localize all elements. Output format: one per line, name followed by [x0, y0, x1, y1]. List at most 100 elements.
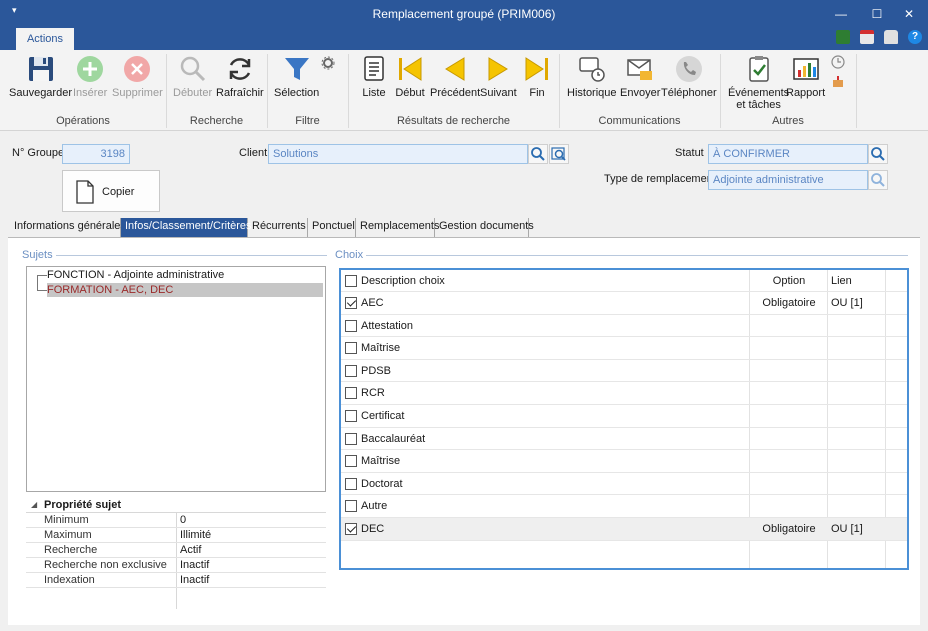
gear-icon[interactable]	[321, 56, 335, 70]
client-search-button[interactable]	[528, 144, 548, 164]
clock-icon[interactable]	[831, 55, 845, 69]
group-communications: Communications	[598, 115, 681, 127]
choice-row[interactable]: AEC Obligatoire OU [1]	[341, 292, 907, 315]
choice-option	[751, 405, 827, 427]
tree-item-function[interactable]: FONCTION - Adjointe administrative	[47, 268, 224, 282]
column-header-description[interactable]: Description choix	[361, 270, 445, 291]
minimize-button[interactable]: —	[824, 0, 858, 28]
choice-description: Maîtrise	[361, 342, 401, 355]
status-search-button[interactable]	[868, 144, 888, 164]
choice-checkbox[interactable]	[345, 297, 357, 309]
report-button[interactable]: Rapport	[786, 54, 825, 99]
select-all-checkbox[interactable]	[345, 275, 357, 287]
property-row[interactable]: Recherche Actif	[26, 543, 326, 558]
tab-recurring[interactable]: Récurrents	[248, 218, 308, 237]
tree-item-training[interactable]: FORMATION - AEC, DEC	[47, 283, 323, 297]
choice-checkbox[interactable]	[345, 500, 357, 513]
search-icon	[871, 173, 885, 187]
save-button[interactable]: Sauvegarder	[9, 54, 72, 99]
choice-checkbox[interactable]	[345, 455, 357, 468]
chat-history-icon	[579, 57, 605, 82]
choice-row[interactable]: Baccalauréat	[341, 428, 907, 451]
maximize-button[interactable]: ☐	[860, 0, 894, 28]
choice-option	[751, 382, 827, 404]
choice-row[interactable]: Maîtrise	[341, 450, 907, 473]
choice-row[interactable]: DEC Obligatoire OU [1]	[341, 518, 907, 541]
calendar-icon[interactable]	[859, 30, 874, 44]
choice-row[interactable]: RCR	[341, 382, 907, 405]
scroll-list-icon	[364, 56, 384, 81]
group-no-field[interactable]: 3198	[62, 144, 130, 164]
tab-actions[interactable]: Actions	[16, 28, 74, 50]
tab-classification[interactable]: Infos/Classement/Critères	[121, 218, 252, 237]
skip-last-icon	[525, 57, 548, 81]
status-field[interactable]: À CONFIRMER	[708, 144, 868, 164]
choice-checkbox[interactable]	[345, 523, 357, 535]
choice-option	[751, 450, 827, 472]
magnifier-icon	[180, 56, 205, 82]
choice-option	[751, 360, 827, 382]
delete-button[interactable]: Supprimer	[112, 54, 163, 99]
choice-checkbox[interactable]	[345, 364, 357, 377]
choice-description: AEC	[361, 297, 384, 309]
type-field[interactable]: Adjointe administrative	[708, 170, 868, 190]
client-detail-button[interactable]	[549, 144, 569, 164]
previous-button[interactable]: Précédent	[430, 54, 480, 99]
type-search-button[interactable]	[868, 170, 888, 190]
search-icon	[871, 147, 885, 161]
next-button[interactable]: Suivant	[480, 54, 517, 99]
client-field[interactable]: Solutions	[268, 144, 528, 164]
choice-description: Attestation	[361, 319, 413, 332]
properties-header[interactable]: ◢ Propriété sujet	[26, 497, 326, 513]
events-tasks-button[interactable]: Événements et tâches	[728, 54, 789, 111]
choice-checkbox[interactable]	[345, 432, 357, 445]
list-button[interactable]: Liste	[359, 54, 389, 99]
column-header-option[interactable]: Option	[751, 270, 827, 291]
group-search: Recherche	[189, 115, 244, 127]
history-button[interactable]: Historique	[567, 54, 617, 99]
property-row[interactable]: Indexation Inactif	[26, 573, 326, 588]
copy-button[interactable]: Copier	[62, 170, 160, 212]
clipboard-check-icon	[748, 56, 769, 82]
choice-row[interactable]: Doctorat	[341, 473, 907, 496]
choice-option	[751, 495, 827, 517]
help-icon[interactable]: ?	[908, 30, 922, 44]
filter-funnel-icon	[284, 58, 309, 80]
collapse-triangle-icon[interactable]: ◢	[31, 497, 37, 513]
choice-row[interactable]: Attestation	[341, 315, 907, 338]
choice-checkbox[interactable]	[345, 477, 357, 490]
choice-checkbox[interactable]	[345, 387, 357, 400]
refresh-button[interactable]: Rafraîchir	[216, 54, 264, 99]
choice-row[interactable]: Autre	[341, 495, 907, 518]
subject-properties: ◢ Propriété sujet Minimum 0 Maximum Illimi…	[26, 497, 326, 609]
choice-checkbox[interactable]	[345, 319, 357, 332]
tab-punctual[interactable]: Ponctuel	[308, 218, 356, 237]
choice-checkbox[interactable]	[345, 410, 357, 422]
tab-document-management[interactable]: Gestion documents	[435, 218, 534, 237]
property-row[interactable]: Recherche non exclusive Inactif	[26, 558, 326, 573]
phone-button[interactable]: Téléphoner	[661, 54, 717, 99]
lock-icon[interactable]	[883, 30, 898, 44]
choice-row[interactable]: Maîtrise	[341, 337, 907, 360]
choice-row[interactable]: Certificat	[341, 405, 907, 428]
cake-icon[interactable]	[831, 74, 845, 88]
start-search-button[interactable]: Débuter	[173, 54, 212, 99]
send-button[interactable]: Envoyer	[620, 54, 660, 99]
first-record-button[interactable]: Début	[395, 54, 425, 99]
selection-button[interactable]: Sélection	[274, 54, 319, 99]
tab-replacements[interactable]: Remplacements	[356, 218, 439, 237]
choice-row[interactable]: PDSB	[341, 360, 907, 383]
close-button[interactable]: ✕	[892, 0, 926, 28]
property-row[interactable]: Maximum Illimité	[26, 528, 326, 543]
choice-option	[751, 428, 827, 450]
skip-first-icon	[399, 57, 422, 81]
tab-general-info[interactable]: Informations générales	[10, 218, 126, 237]
group-results: Résultats de recherche	[396, 115, 511, 127]
property-row[interactable]: Minimum 0	[26, 513, 326, 528]
last-record-button[interactable]: Fin	[522, 54, 552, 99]
group-no-label: N° Groupe	[12, 147, 65, 159]
calculator-icon[interactable]	[835, 30, 850, 44]
column-header-link[interactable]: Lien	[831, 270, 852, 291]
insert-button[interactable]: Insérer	[73, 54, 107, 99]
choice-checkbox[interactable]	[345, 342, 357, 355]
